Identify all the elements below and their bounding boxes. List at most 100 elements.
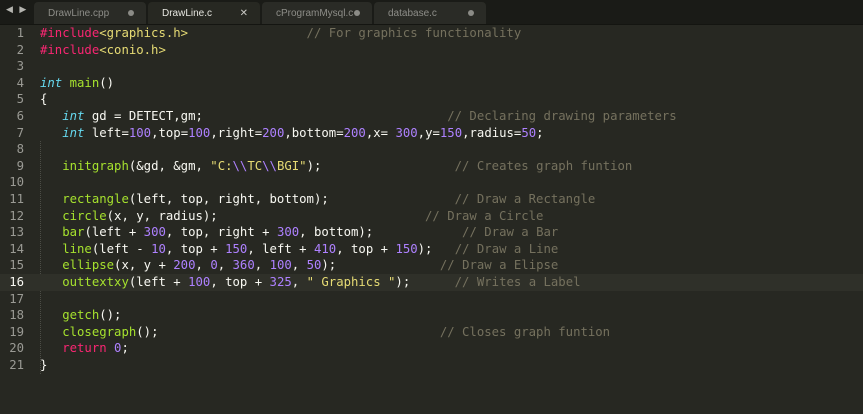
code-token: <graphics.h> [99, 26, 189, 40]
code-token: ,bottom= [284, 125, 344, 140]
code-token: outtextxy [62, 274, 129, 289]
code-line[interactable]: 6 int gd = DETECT,gm; // Declaring drawi… [0, 108, 863, 125]
code-token: " Graphics " [306, 274, 396, 289]
code-token: ); [417, 241, 455, 256]
line-number: 14 [9, 241, 24, 256]
code-line[interactable]: 12 circle(x, y, radius); // Draw a Circl… [0, 208, 863, 225]
tab-nav-arrows-icon[interactable]: ◀ ▶ [6, 4, 28, 15]
unsaved-dot-icon[interactable] [468, 10, 474, 16]
code-token: (left - [91, 241, 152, 256]
code-token: (); [99, 308, 122, 323]
code-text: outtextxy(left + 100, top + 325, " Graph… [40, 274, 581, 291]
code-token: TC [247, 158, 263, 173]
tab-drawline-c[interactable]: DrawLine.c ✕ [148, 2, 260, 24]
line-number: 20 [9, 341, 24, 356]
line-number: 5 [16, 92, 24, 107]
code-line[interactable]: 21} [0, 357, 863, 374]
code-token: ,y= [417, 125, 440, 140]
code-text: #include<conio.h> [40, 42, 166, 59]
code-text: closegraph(); // Closes graph funtion [40, 324, 610, 341]
code-line[interactable]: 5{ [0, 91, 863, 108]
code-token: 100 [188, 125, 211, 140]
code-token: 300 [143, 225, 166, 240]
code-token: \\ [232, 158, 248, 173]
code-line[interactable]: 17 [0, 291, 863, 308]
code-line[interactable]: 2 #include<conio.h> [0, 42, 863, 59]
line-number: 15 [9, 258, 24, 273]
line-number: 10 [9, 175, 24, 190]
code-line[interactable]: 18 getch(); [0, 307, 863, 324]
code-line[interactable]: 4 int main() [0, 75, 863, 92]
tab-database-c[interactable]: database.c [374, 2, 486, 24]
line-number: 8 [16, 142, 24, 157]
code-token: 50 [521, 125, 537, 140]
line-number: 1 [16, 26, 24, 40]
code-token: circle [62, 208, 107, 223]
code-token: BGI" [276, 158, 307, 173]
line-number: 9 [16, 158, 24, 173]
code-token: 100 [269, 258, 292, 273]
code-token: left= [84, 125, 129, 140]
code-token: , left + [247, 241, 314, 256]
tab-drawline-cpp[interactable]: DrawLine.cpp [34, 2, 146, 24]
code-token: int [40, 75, 63, 90]
code-token: // For graphics functionality [306, 26, 522, 40]
code-token: 325 [269, 274, 292, 289]
code-token: (left, top, right, bottom); [128, 191, 455, 206]
code-line[interactable]: 19 closegraph(); // Closes graph funtion [0, 324, 863, 341]
line-number: 18 [9, 308, 24, 323]
code-token: #include [40, 26, 100, 40]
unsaved-dot-icon[interactable] [354, 10, 360, 16]
tab-label: DrawLine.c [162, 7, 213, 19]
code-token: return [62, 341, 107, 356]
code-text: #include<graphics.h> // For graphics fun… [40, 25, 521, 42]
code-line[interactable]: 11 rectangle(left, top, right, bottom); … [0, 191, 863, 208]
code-line[interactable]: 13 bar(left + 300, top, right + 300, bot… [0, 224, 863, 241]
code-text: int gd = DETECT,gm; // Declaring drawing… [40, 108, 677, 125]
code-text: ellipse(x, y + 200, 0, 360, 100, 50); //… [40, 257, 558, 274]
code-token: (x, y, radius); [106, 208, 425, 223]
line-number: 19 [9, 324, 24, 339]
code-token: 100 [188, 274, 211, 289]
close-icon[interactable]: ✕ [240, 8, 248, 19]
code-token: // Draw a Rectangle [454, 191, 596, 206]
code-line[interactable]: 9 initgraph(&gd, &gm, "C:\\TC\\BGI"); //… [0, 158, 863, 175]
line-number: 3 [16, 59, 24, 74]
code-line[interactable]: 20 return 0; [0, 340, 863, 357]
code-line[interactable]: 1 #include<graphics.h> // For graphics fu… [0, 25, 863, 42]
code-token: // Draw a Line [454, 241, 559, 256]
line-number: 7 [16, 125, 24, 140]
code-token: int [62, 108, 85, 123]
tab-cprogrammysql-c[interactable]: cProgramMysql.c [262, 2, 372, 24]
code-text: circle(x, y, radius); // Draw a Circle [40, 208, 543, 225]
code-token: 200 [262, 125, 285, 140]
code-token: #include [40, 42, 100, 57]
code-line[interactable]: 3 [0, 58, 863, 75]
code-token: 150 [395, 241, 418, 256]
line-number: 2 [16, 42, 24, 57]
code-token: ); [321, 258, 440, 273]
tab-label: DrawLine.cpp [48, 7, 110, 19]
code-token: (x, y + [114, 258, 174, 273]
code-token: } [40, 357, 48, 372]
code-token: ,radius= [462, 125, 522, 140]
code-token: // Writes a Label [454, 274, 581, 289]
code-line[interactable]: 10 [0, 174, 863, 191]
code-token: 150 [439, 125, 463, 140]
unsaved-dot-icon[interactable] [128, 10, 134, 16]
code-line[interactable]: 8 [0, 141, 863, 158]
code-line[interactable]: 16 outtextxy(left + 100, top + 325, " Gr… [0, 273, 863, 291]
code-line[interactable]: 7 int left=100,top=100,right=200,bottom=… [0, 125, 863, 142]
code-text: return 0; [40, 340, 129, 357]
code-editor[interactable]: 1 #include<graphics.h> // For graphics fu… [0, 25, 863, 414]
code-token: getch [62, 308, 100, 323]
tab-label: database.c [388, 7, 437, 19]
code-line[interactable]: 15 ellipse(x, y + 200, 0, 360, 100, 50);… [0, 257, 863, 274]
code-line[interactable]: 14 line(left - 10, top + 150, left + 410… [0, 241, 863, 258]
